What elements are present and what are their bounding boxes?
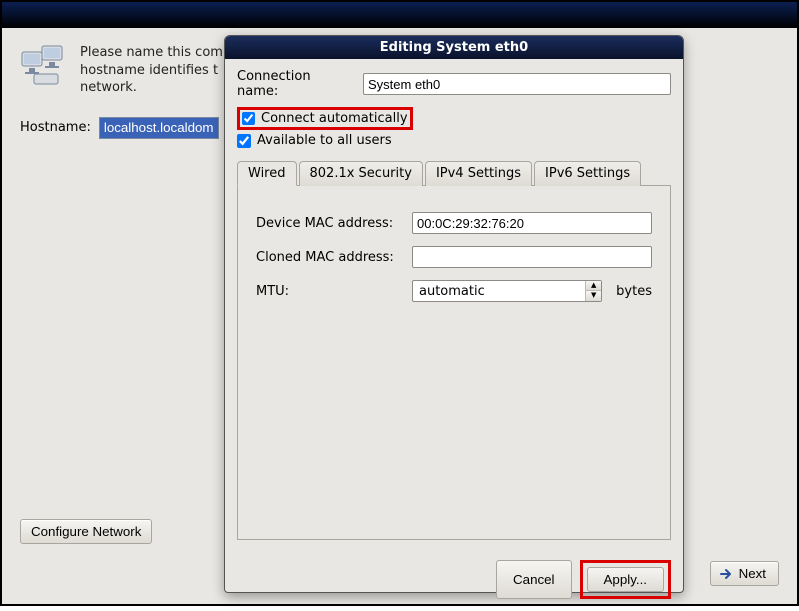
mtu-label: MTU: [256, 284, 404, 299]
connection-name-label: Connection name: [237, 69, 353, 99]
intro-line-1: Please name this com [80, 44, 223, 62]
mtu-unit: bytes [616, 284, 652, 299]
tab-ipv6[interactable]: IPv6 Settings [534, 161, 641, 186]
wired-tab-panel: Device MAC address: Cloned MAC address: … [237, 186, 671, 540]
intro-line-3: network. [80, 79, 223, 97]
tab-strip: Wired 802.1x Security IPv4 Settings IPv6… [237, 160, 671, 186]
window-title-bar [2, 2, 797, 28]
apply-button[interactable]: Apply... [587, 567, 664, 592]
arrow-right-icon [719, 567, 733, 581]
installer-window: Please name this com hostname identifies… [0, 0, 799, 606]
highlight-apply: Apply... [580, 560, 671, 599]
cloned-mac-input[interactable] [412, 246, 652, 268]
intro-line-2: hostname identifies t [80, 62, 223, 80]
configure-network-button[interactable]: Configure Network [20, 519, 152, 544]
device-mac-input[interactable] [412, 212, 652, 234]
device-mac-label: Device MAC address: [256, 216, 404, 231]
mtu-value: automatic [413, 284, 585, 299]
connect-automatically-label[interactable]: Connect automatically [261, 111, 408, 126]
edit-connection-dialog: Editing System eth0 Connection name: Con… [224, 35, 684, 593]
tab-ipv4[interactable]: IPv4 Settings [425, 161, 532, 186]
available-all-users-checkbox[interactable] [237, 134, 251, 148]
connection-name-input[interactable] [363, 73, 671, 95]
highlight-connect-automatically: Connect automatically [237, 107, 413, 130]
mtu-spinbox[interactable]: automatic ▲ ▼ [412, 280, 602, 302]
next-button-label: Next [739, 566, 766, 581]
spinner-down-icon[interactable]: ▼ [586, 291, 601, 301]
next-button[interactable]: Next [710, 561, 779, 586]
computers-icon [20, 44, 68, 86]
mtu-spinner-buttons[interactable]: ▲ ▼ [585, 281, 601, 301]
spinner-up-icon[interactable]: ▲ [586, 281, 601, 291]
dialog-title: Editing System eth0 [225, 36, 683, 59]
tab-8021x[interactable]: 802.1x Security [299, 161, 423, 186]
cloned-mac-label: Cloned MAC address: [256, 250, 404, 265]
connect-automatically-checkbox[interactable] [242, 112, 255, 125]
hostname-label: Hostname: [20, 120, 91, 135]
available-all-users-label[interactable]: Available to all users [257, 133, 392, 148]
cancel-button[interactable]: Cancel [496, 560, 572, 599]
hostname-input[interactable] [99, 117, 219, 139]
intro-text: Please name this com hostname identifies… [80, 44, 223, 97]
tab-wired[interactable]: Wired [237, 161, 297, 186]
